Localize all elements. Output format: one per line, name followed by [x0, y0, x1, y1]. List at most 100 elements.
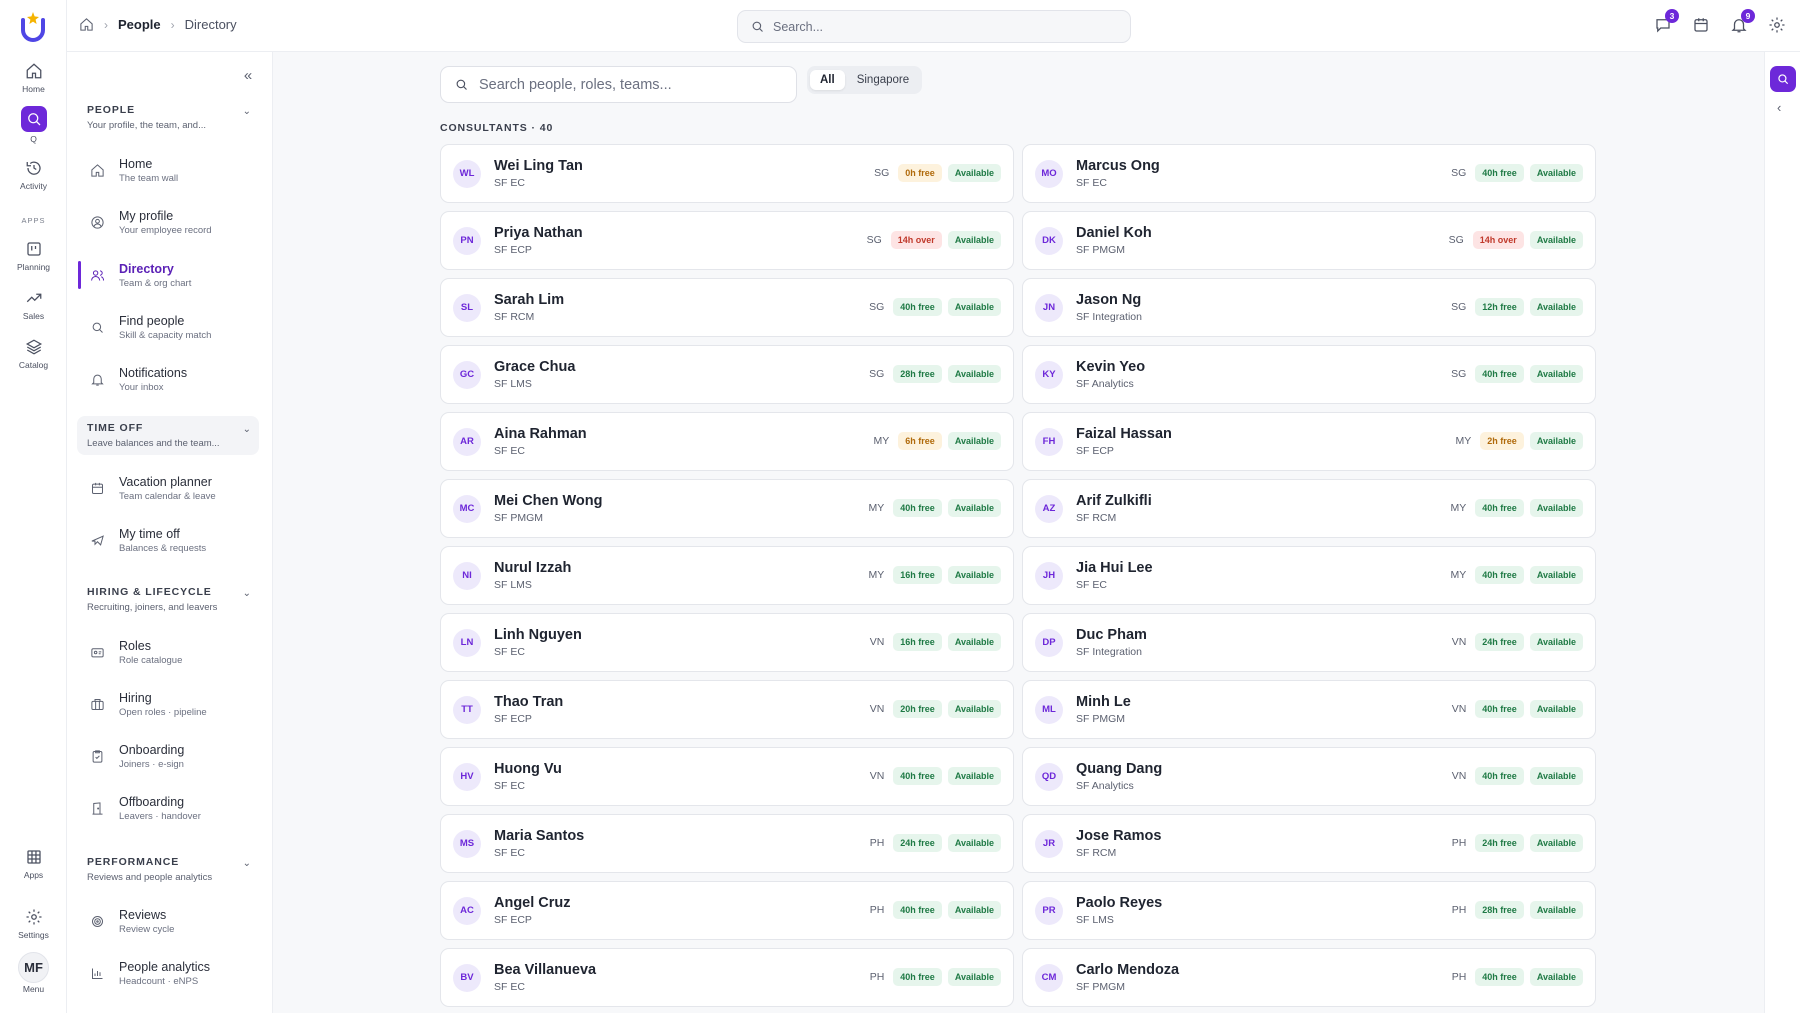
person-card[interactable]: JN Jason Ng SF Integration SG 12h free Availa…	[1022, 278, 1596, 337]
person-card[interactable]: JR Jose Ramos SF RCM PH 24h free Available	[1022, 814, 1596, 873]
sidebar-item-my-time-off[interactable]: My time off Balances & requests	[77, 520, 259, 560]
person-card[interactable]: JH Jia Hui Lee SF EC MY 40h free Available	[1022, 546, 1596, 605]
person-name[interactable]: Daniel Koh	[1076, 225, 1152, 241]
person-card[interactable]: LN Linh Nguyen SF EC VN 16h free Available	[440, 613, 1014, 672]
person-name[interactable]: Grace Chua	[494, 359, 575, 375]
person-card[interactable]: DP Duc Pham SF Integration VN 24h free Availa…	[1022, 613, 1596, 672]
rail-q[interactable]: Q	[0, 106, 67, 144]
person-name[interactable]: Arif Zulkifli	[1076, 493, 1152, 509]
section-time-off[interactable]: TIME OFF Leave balances and the team... …	[77, 416, 259, 455]
sidebar-item-hiring[interactable]: Hiring Open roles · pipeline	[77, 684, 259, 724]
person-name[interactable]: Minh Le	[1076, 694, 1131, 710]
person-name[interactable]: Angel Cruz	[494, 895, 571, 911]
person-name[interactable]: Paolo Reyes	[1076, 895, 1162, 911]
rail-apps[interactable]: Apps	[0, 846, 67, 880]
filter-singapore[interactable]: Singapore	[847, 70, 919, 90]
person-card[interactable]: PN Priya Nathan SF ECP SG 14h over Available	[440, 211, 1014, 270]
person-card[interactable]: ML Minh Le SF PMGM VN 40h free Available	[1022, 680, 1596, 739]
person-meta: VN 40h free Available	[1452, 767, 1583, 785]
sidebar-item-my-profile[interactable]: My profile Your employee record	[77, 202, 259, 242]
person-card[interactable]: QD Quang Dang SF Analytics VN 40h free Availa…	[1022, 747, 1596, 806]
global-search[interactable]	[737, 10, 1131, 43]
person-card[interactable]: HV Huong Vu SF EC VN 40h free Available	[440, 747, 1014, 806]
person-name[interactable]: Jason Ng	[1076, 292, 1142, 308]
person-card[interactable]: SL Sarah Lim SF RCM SG 40h free Available	[440, 278, 1014, 337]
person-name[interactable]: Maria Santos	[494, 828, 584, 844]
section-people[interactable]: PEOPLE Your profile, the team, and... ⌄	[77, 98, 259, 137]
person-name[interactable]: Linh Nguyen	[494, 627, 582, 643]
sidebar-item-roles[interactable]: Roles Role catalogue	[77, 632, 259, 672]
notifications-button[interactable]: 9	[1728, 9, 1755, 36]
sidebar-item-directory[interactable]: Directory Team & org chart	[77, 255, 259, 295]
home-icon[interactable]	[79, 17, 94, 32]
person-name[interactable]: Marcus Ong	[1076, 158, 1160, 174]
person-card[interactable]: TT Thao Tran SF ECP VN 20h free Available	[440, 680, 1014, 739]
person-name[interactable]: Aina Rahman	[494, 426, 587, 442]
person-name[interactable]: Huong Vu	[494, 761, 562, 777]
person-card[interactable]: AR Aina Rahman SF EC MY 6h free Available	[440, 412, 1014, 471]
sidebar-item-find-people[interactable]: Find people Skill & capacity match	[77, 307, 259, 347]
person-card[interactable]: CM Carlo Mendoza SF PMGM PH 40h free Availabl…	[1022, 948, 1596, 1007]
person-name[interactable]: Quang Dang	[1076, 761, 1162, 777]
person-card[interactable]: WL Wei Ling Tan SF EC SG 0h free Available	[440, 144, 1014, 203]
person-card[interactable]: MC Mei Chen Wong SF PMGM MY 40h free Availabl…	[440, 479, 1014, 538]
sidebar-item-onboarding[interactable]: Onboarding Joiners · e-sign	[77, 736, 259, 776]
sidebar-item-home[interactable]: Home The team wall	[77, 150, 259, 190]
person-name[interactable]: Faizal Hassan	[1076, 426, 1172, 442]
sidebar-item-people-analytics[interactable]: People analytics Headcount · eNPS	[77, 953, 259, 993]
person-name[interactable]: Jia Hui Lee	[1076, 560, 1153, 576]
rail-planning[interactable]: Planning	[0, 238, 67, 272]
status-badge: Available	[947, 499, 1001, 517]
person-card[interactable]: KY Kevin Yeo SF Analytics SG 40h free Availab…	[1022, 345, 1596, 404]
sidebar-item-vacation-planner[interactable]: Vacation planner Team calendar & leave	[77, 468, 259, 508]
person-card[interactable]: GC Grace Chua SF LMS SG 28h free Available	[440, 345, 1014, 404]
person-card[interactable]: DK Daniel Koh SF PMGM SG 14h over Available	[1022, 211, 1596, 270]
status-badge: Available	[1529, 566, 1583, 584]
person-card[interactable]: PR Paolo Reyes SF LMS PH 28h free Available	[1022, 881, 1596, 940]
directory-search-input[interactable]	[479, 76, 779, 93]
section-subtitle: Leave balances and the team...	[87, 438, 220, 449]
rail-settings[interactable]: Settings	[0, 906, 67, 940]
person-name[interactable]: Duc Pham	[1076, 627, 1147, 643]
directory-search[interactable]	[440, 66, 797, 103]
assistant-button[interactable]	[1770, 66, 1796, 92]
person-card[interactable]: AZ Arif Zulkifli SF RCM MY 40h free Available	[1022, 479, 1596, 538]
collapse-sidebar-icon[interactable]: «	[239, 66, 257, 84]
person-name[interactable]: Sarah Lim	[494, 292, 564, 308]
section-hiring-lifecycle[interactable]: HIRING & LIFECYCLE Recruiting, joiners, …	[77, 580, 259, 619]
rail-sales[interactable]: Sales	[0, 287, 67, 321]
sidebar-item-reviews[interactable]: Reviews Review cycle	[77, 901, 259, 941]
app-logo[interactable]	[18, 10, 48, 44]
rail-menu[interactable]: Menu	[0, 982, 67, 994]
person-name[interactable]: Kevin Yeo	[1076, 359, 1145, 375]
person-name[interactable]: Wei Ling Tan	[494, 158, 583, 174]
settings-button[interactable]	[1766, 14, 1788, 36]
person-name[interactable]: Carlo Mendoza	[1076, 962, 1179, 978]
person-card[interactable]: MS Maria Santos SF EC PH 24h free Available	[440, 814, 1014, 873]
person-name[interactable]: Mei Chen Wong	[494, 493, 602, 509]
rail-activity[interactable]: Activity	[0, 157, 67, 191]
calendar-button[interactable]	[1690, 14, 1712, 36]
person-name[interactable]: Priya Nathan	[494, 225, 583, 241]
expand-panel-icon[interactable]: ‹	[1777, 100, 1781, 115]
person-name[interactable]: Jose Ramos	[1076, 828, 1161, 844]
rail-home[interactable]: Home	[0, 60, 67, 94]
global-search-input[interactable]	[773, 19, 1093, 34]
person-card[interactable]: NI Nurul Izzah SF LMS MY 16h free Available	[440, 546, 1014, 605]
breadcrumb-people[interactable]: People	[118, 17, 161, 32]
person-card[interactable]: AC Angel Cruz SF ECP PH 40h free Available	[440, 881, 1014, 940]
rail-menu-label: Menu	[22, 984, 45, 994]
person-card[interactable]: MO Marcus Ong SF EC SG 40h free Available	[1022, 144, 1596, 203]
sidebar-item-notifications[interactable]: Notifications Your inbox	[77, 359, 259, 399]
person-card[interactable]: BV Bea Villanueva SF EC PH 40h free Available	[440, 948, 1014, 1007]
person-card[interactable]: FH Faizal Hassan SF ECP MY 2h free Available	[1022, 412, 1596, 471]
person-name[interactable]: Nurul Izzah	[494, 560, 571, 576]
sidebar-item-offboarding[interactable]: Offboarding Leavers · handover	[77, 788, 259, 828]
filter-all[interactable]: All	[810, 70, 845, 90]
user-avatar[interactable]: MF	[18, 952, 49, 983]
section-performance[interactable]: PERFORMANCE Reviews and people analytics…	[77, 850, 259, 889]
rail-catalog[interactable]: Catalog	[0, 336, 67, 370]
messages-button[interactable]: 3	[1652, 9, 1679, 36]
person-name[interactable]: Thao Tran	[494, 694, 563, 710]
person-name[interactable]: Bea Villanueva	[494, 962, 596, 978]
